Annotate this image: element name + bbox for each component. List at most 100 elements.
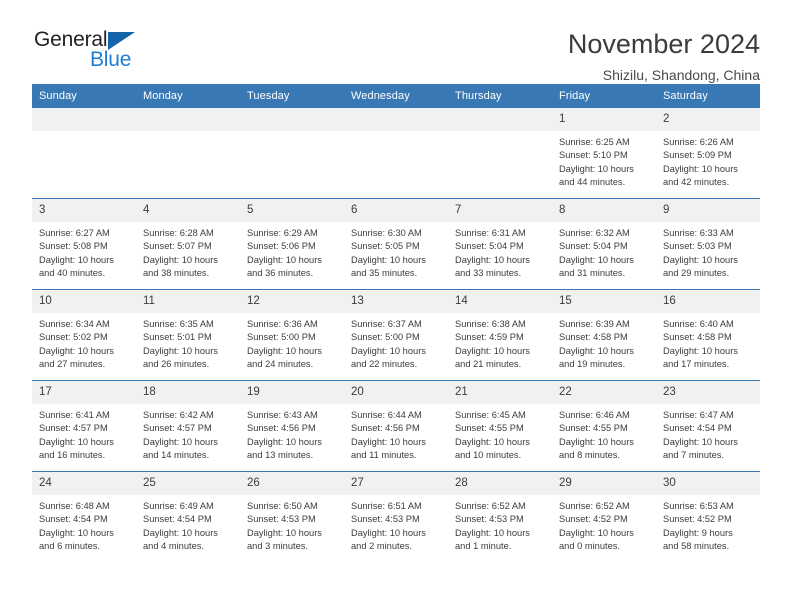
- sunset-time: Sunset: 4:52 PM: [559, 514, 628, 525]
- calendar-day-cell[interactable]: 14 Sunrise: 6:38 AM Sunset: 4:59 PM Dayligh…: [448, 289, 552, 381]
- daylight-line-2: and 35 minutes.: [351, 268, 418, 279]
- day-details: Sunrise: 6:31 AM Sunset: 5:04 PM Daylight:…: [448, 222, 552, 281]
- calendar-day-cell[interactable]: 2 Sunrise: 6:26 AM Sunset: 5:09 PM Daylight…: [656, 108, 760, 199]
- day-number: 21: [448, 381, 552, 404]
- sunset-time: Sunset: 4:52 PM: [663, 514, 732, 525]
- sunrise-time: Sunrise: 6:41 AM: [39, 410, 110, 420]
- calendar-day-cell[interactable]: 22 Sunrise: 6:46 AM Sunset: 4:55 PM Dayligh…: [552, 380, 656, 472]
- weekday-header-saturday: Saturday: [656, 84, 760, 108]
- daylight-line-2: and 6 minutes.: [39, 541, 100, 552]
- calendar-day-cell[interactable]: 10 Sunrise: 6:34 AM Sunset: 5:02 PM Dayligh…: [32, 289, 136, 381]
- page-subtitle: Shizilu, Shandong, China: [602, 67, 760, 83]
- sunrise-time: Sunrise: 6:49 AM: [143, 501, 214, 511]
- sunset-time: Sunset: 4:54 PM: [39, 514, 108, 525]
- sunset-time: Sunset: 5:00 PM: [247, 332, 316, 343]
- calendar-day-cell[interactable]: 26 Sunrise: 6:50 AM Sunset: 4:53 PM Dayligh…: [240, 471, 344, 562]
- calendar-day-cell[interactable]: 16 Sunrise: 6:40 AM Sunset: 4:58 PM Dayligh…: [656, 289, 760, 381]
- calendar-day-cell[interactable]: 17 Sunrise: 6:41 AM Sunset: 4:57 PM Dayligh…: [32, 380, 136, 472]
- day-number: 15: [552, 290, 656, 313]
- calendar-day-cell[interactable]: 4 Sunrise: 6:28 AM Sunset: 5:07 PM Daylight…: [136, 198, 240, 290]
- calendar-day-cell[interactable]: 5 Sunrise: 6:29 AM Sunset: 5:06 PM Daylight…: [240, 198, 344, 290]
- sunrise-time: Sunrise: 6:36 AM: [247, 319, 318, 329]
- calendar-day-cell[interactable]: 23 Sunrise: 6:47 AM Sunset: 4:54 PM Dayligh…: [656, 380, 760, 472]
- calendar-day-cell[interactable]: 18 Sunrise: 6:42 AM Sunset: 4:57 PM Dayligh…: [136, 380, 240, 472]
- calendar-day-cell[interactable]: [448, 108, 552, 199]
- calendar-day-cell[interactable]: 29 Sunrise: 6:52 AM Sunset: 4:52 PM Dayligh…: [552, 471, 656, 562]
- calendar-day-cell[interactable]: 15 Sunrise: 6:39 AM Sunset: 4:58 PM Dayligh…: [552, 289, 656, 381]
- sunset-time: Sunset: 4:56 PM: [351, 423, 420, 434]
- daylight-line-1: Daylight: 10 hours: [39, 436, 114, 447]
- day-number: 16: [656, 290, 760, 313]
- daylight-line-1: Daylight: 10 hours: [351, 254, 426, 265]
- calendar-day-cell[interactable]: 30 Sunrise: 6:53 AM Sunset: 4:52 PM Dayligh…: [656, 471, 760, 562]
- daylight-line-1: Daylight: 10 hours: [455, 254, 530, 265]
- calendar-day-cell[interactable]: 28 Sunrise: 6:52 AM Sunset: 4:53 PM Dayligh…: [448, 471, 552, 562]
- calendar-day-cell[interactable]: 3 Sunrise: 6:27 AM Sunset: 5:08 PM Daylight…: [32, 198, 136, 290]
- sunrise-time: Sunrise: 6:38 AM: [455, 319, 526, 329]
- calendar-day-cell[interactable]: 20 Sunrise: 6:44 AM Sunset: 4:56 PM Dayligh…: [344, 380, 448, 472]
- sunset-time: Sunset: 4:55 PM: [559, 423, 628, 434]
- daylight-line-2: and 13 minutes.: [247, 450, 314, 461]
- calendar-day-cell[interactable]: 8 Sunrise: 6:32 AM Sunset: 5:04 PM Daylight…: [552, 198, 656, 290]
- daylight-line-2: and 7 minutes.: [663, 450, 724, 461]
- day-details: Sunrise: 6:48 AM Sunset: 4:54 PM Daylight:…: [32, 495, 136, 554]
- day-details: Sunrise: 6:52 AM Sunset: 4:53 PM Daylight:…: [448, 495, 552, 554]
- daylight-line-2: and 17 minutes.: [663, 359, 730, 370]
- general-blue-logo[interactable]: General Blue: [32, 28, 172, 76]
- daylight-line-1: Daylight: 10 hours: [559, 345, 634, 356]
- sunset-time: Sunset: 5:06 PM: [247, 241, 316, 252]
- sunrise-time: Sunrise: 6:35 AM: [143, 319, 214, 329]
- daylight-line-1: Daylight: 10 hours: [143, 436, 218, 447]
- daylight-line-1: Daylight: 10 hours: [663, 254, 738, 265]
- day-details: Sunrise: 6:30 AM Sunset: 5:05 PM Daylight:…: [344, 222, 448, 281]
- calendar-grid: Sunday Monday Tuesday Wednesday Thursday…: [32, 84, 760, 562]
- daylight-line-2: and 33 minutes.: [455, 268, 522, 279]
- calendar-day-cell[interactable]: [240, 108, 344, 199]
- sunrise-time: Sunrise: 6:34 AM: [39, 319, 110, 329]
- calendar-day-cell[interactable]: 25 Sunrise: 6:49 AM Sunset: 4:54 PM Dayligh…: [136, 471, 240, 562]
- calendar-day-cell[interactable]: 6 Sunrise: 6:30 AM Sunset: 5:05 PM Daylight…: [344, 198, 448, 290]
- sunset-time: Sunset: 5:00 PM: [351, 332, 420, 343]
- daylight-line-2: and 2 minutes.: [351, 541, 412, 552]
- day-details: Sunrise: 6:40 AM Sunset: 4:58 PM Daylight:…: [656, 313, 760, 372]
- calendar-week-row: 1 Sunrise: 6:25 AM Sunset: 5:10 PM Daylight…: [32, 108, 760, 199]
- daylight-line-1: Daylight: 10 hours: [39, 254, 114, 265]
- sunset-time: Sunset: 4:53 PM: [247, 514, 316, 525]
- daylight-line-2: and 24 minutes.: [247, 359, 314, 370]
- day-details: Sunrise: 6:36 AM Sunset: 5:00 PM Daylight:…: [240, 313, 344, 372]
- daylight-line-2: and 22 minutes.: [351, 359, 418, 370]
- day-number: 23: [656, 381, 760, 404]
- calendar-day-cell[interactable]: [32, 108, 136, 199]
- sunrise-time: Sunrise: 6:53 AM: [663, 501, 734, 511]
- calendar-day-cell[interactable]: 13 Sunrise: 6:37 AM Sunset: 5:00 PM Dayligh…: [344, 289, 448, 381]
- calendar-day-cell[interactable]: 12 Sunrise: 6:36 AM Sunset: 5:00 PM Dayligh…: [240, 289, 344, 381]
- calendar-day-cell[interactable]: 11 Sunrise: 6:35 AM Sunset: 5:01 PM Dayligh…: [136, 289, 240, 381]
- sunset-time: Sunset: 4:58 PM: [559, 332, 628, 343]
- calendar-day-cell[interactable]: 19 Sunrise: 6:43 AM Sunset: 4:56 PM Dayligh…: [240, 380, 344, 472]
- daylight-line-1: Daylight: 10 hours: [559, 254, 634, 265]
- weekday-header-thursday: Thursday: [448, 84, 552, 108]
- sunset-time: Sunset: 5:04 PM: [559, 241, 628, 252]
- weekday-header-wednesday: Wednesday: [344, 84, 448, 108]
- calendar-week-row: 24 Sunrise: 6:48 AM Sunset: 4:54 PM Dayligh…: [32, 471, 760, 562]
- calendar-day-cell[interactable]: 24 Sunrise: 6:48 AM Sunset: 4:54 PM Dayligh…: [32, 471, 136, 562]
- day-details: Sunrise: 6:51 AM Sunset: 4:53 PM Daylight:…: [344, 495, 448, 554]
- sunrise-time: Sunrise: 6:30 AM: [351, 228, 422, 238]
- sunrise-time: Sunrise: 6:44 AM: [351, 410, 422, 420]
- calendar-day-cell[interactable]: 21 Sunrise: 6:45 AM Sunset: 4:55 PM Dayligh…: [448, 380, 552, 472]
- daylight-line-2: and 31 minutes.: [559, 268, 626, 279]
- calendar-day-cell[interactable]: [344, 108, 448, 199]
- sunset-time: Sunset: 4:57 PM: [143, 423, 212, 434]
- calendar-day-cell[interactable]: 7 Sunrise: 6:31 AM Sunset: 5:04 PM Daylight…: [448, 198, 552, 290]
- daylight-line-2: and 58 minutes.: [663, 541, 730, 552]
- sunset-time: Sunset: 5:10 PM: [559, 150, 628, 161]
- weekday-header-monday: Monday: [136, 84, 240, 108]
- daylight-line-2: and 1 minute.: [455, 541, 512, 552]
- calendar-day-cell[interactable]: 27 Sunrise: 6:51 AM Sunset: 4:53 PM Dayligh…: [344, 471, 448, 562]
- calendar-day-cell[interactable]: 1 Sunrise: 6:25 AM Sunset: 5:10 PM Daylight…: [552, 108, 656, 199]
- calendar-day-cell[interactable]: 9 Sunrise: 6:33 AM Sunset: 5:03 PM Daylight…: [656, 198, 760, 290]
- day-number: 13: [344, 290, 448, 313]
- day-number: [344, 108, 448, 131]
- day-details: Sunrise: 6:50 AM Sunset: 4:53 PM Daylight:…: [240, 495, 344, 554]
- calendar-day-cell[interactable]: [136, 108, 240, 199]
